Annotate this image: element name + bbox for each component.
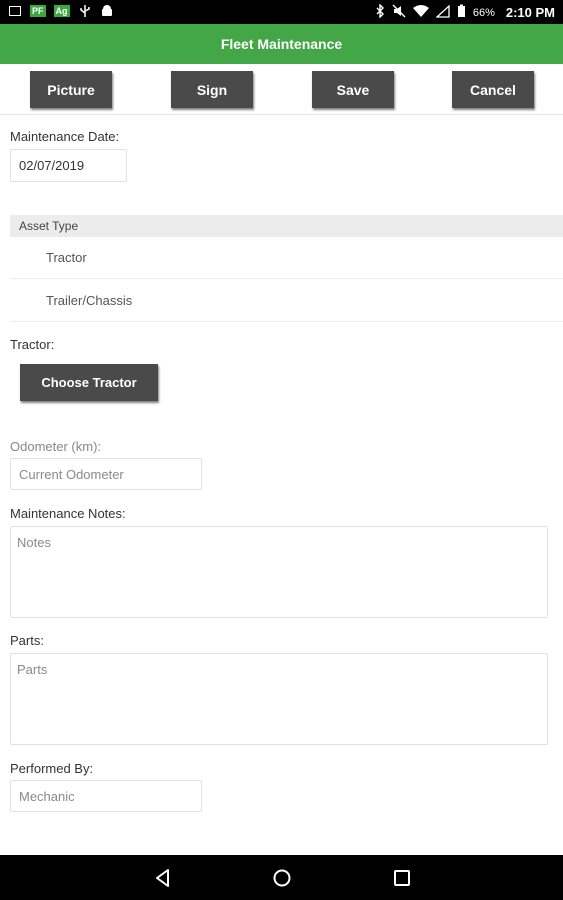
odometer-label: Odometer (km): — [10, 439, 102, 454]
battery-percent: 66% — [472, 6, 495, 19]
bluetooth-icon — [375, 3, 385, 21]
performed-by-label: Performed By: — [10, 761, 94, 776]
clock: 2:10 PM — [505, 5, 555, 20]
pf-app-icon: PF — [30, 5, 46, 17]
recents-icon[interactable] — [391, 867, 413, 889]
system-nav-bar — [0, 855, 563, 900]
status-bar: PF Ag 66% 2:10 PM — [0, 0, 563, 24]
action-toolbar: Picture Sign Save Cancel — [0, 64, 563, 115]
picture-button[interactable]: Picture — [30, 71, 112, 108]
signal-icon — [435, 4, 450, 21]
home-icon[interactable] — [271, 867, 293, 889]
parts-label: Parts: — [10, 633, 44, 648]
maintenance-notes-textarea[interactable]: Notes — [10, 526, 548, 618]
page-title: Fleet Maintenance — [220, 36, 343, 52]
app-title-bar: Fleet Maintenance — [0, 24, 563, 64]
maintenance-date-field[interactable]: 02/07/2019 — [10, 149, 127, 182]
wifi-icon — [412, 4, 429, 21]
asset-type-option-tractor[interactable]: Tractor — [10, 237, 563, 279]
status-right-icons: 66% 2:10 PM — [375, 3, 555, 21]
gallery-icon — [8, 4, 22, 18]
battery-icon — [457, 4, 466, 21]
asset-type-header: Asset Type — [10, 215, 563, 237]
maintenance-notes-label: Maintenance Notes: — [10, 506, 126, 521]
maintenance-date-label: Maintenance Date: — [10, 129, 120, 144]
performed-by-input[interactable]: Mechanic — [10, 780, 202, 812]
choose-tractor-button[interactable]: Choose Tractor — [20, 364, 158, 401]
parts-textarea[interactable]: Parts — [10, 653, 548, 745]
status-left-icons: PF Ag — [8, 4, 114, 18]
back-icon[interactable] — [152, 867, 174, 889]
asset-type-option-trailer[interactable]: Trailer/Chassis — [10, 279, 563, 322]
android-icon — [100, 4, 114, 18]
cancel-button[interactable]: Cancel — [452, 71, 534, 108]
ag-app-icon: Ag — [53, 5, 70, 17]
odometer-input[interactable]: Current Odometer — [10, 458, 202, 490]
usb-icon — [78, 4, 92, 18]
tractor-label: Tractor: — [10, 337, 55, 352]
sign-button[interactable]: Sign — [171, 71, 253, 108]
mute-icon — [392, 4, 406, 21]
save-button[interactable]: Save — [312, 71, 394, 108]
